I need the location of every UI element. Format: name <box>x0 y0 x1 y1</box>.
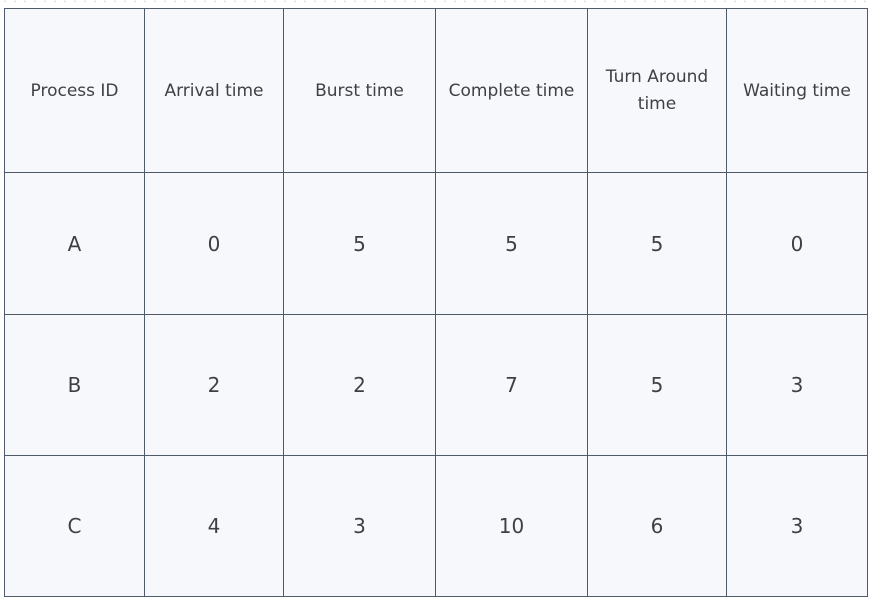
header-arrival-time: Arrival time <box>144 8 284 173</box>
cell-process-id: C <box>4 455 145 597</box>
cell-turn-around-time: 6 <box>587 455 727 597</box>
cell-waiting-time: 3 <box>726 455 868 597</box>
cell-arrival-time: 2 <box>144 314 284 456</box>
cell-process-id: B <box>4 314 145 456</box>
table-row: A 0 5 5 5 0 <box>4 172 868 315</box>
process-scheduling-table: Process ID Arrival time Burst time Compl… <box>4 8 868 597</box>
cell-arrival-time: 4 <box>144 455 284 597</box>
cell-complete-time: 7 <box>435 314 588 456</box>
header-waiting-time: Waiting time <box>726 8 868 173</box>
header-turn-around-time: Turn Around time <box>587 8 727 173</box>
cell-waiting-time: 0 <box>726 172 868 315</box>
cell-arrival-time: 0 <box>144 172 284 315</box>
header-process-id: Process ID <box>4 8 145 173</box>
header-complete-time: Complete time <box>435 8 588 173</box>
table-row: C 4 3 10 6 3 <box>4 455 868 597</box>
cell-waiting-time: 3 <box>726 314 868 456</box>
cell-burst-time: 5 <box>283 172 436 315</box>
cell-complete-time: 10 <box>435 455 588 597</box>
header-burst-time: Burst time <box>283 8 436 173</box>
cell-turn-around-time: 5 <box>587 172 727 315</box>
dotted-top-border <box>0 0 870 2</box>
table-row: B 2 2 7 5 3 <box>4 314 868 456</box>
header-row: Process ID Arrival time Burst time Compl… <box>4 8 868 173</box>
cell-process-id: A <box>4 172 145 315</box>
cell-burst-time: 2 <box>283 314 436 456</box>
cell-complete-time: 5 <box>435 172 588 315</box>
cell-turn-around-time: 5 <box>587 314 727 456</box>
cell-burst-time: 3 <box>283 455 436 597</box>
